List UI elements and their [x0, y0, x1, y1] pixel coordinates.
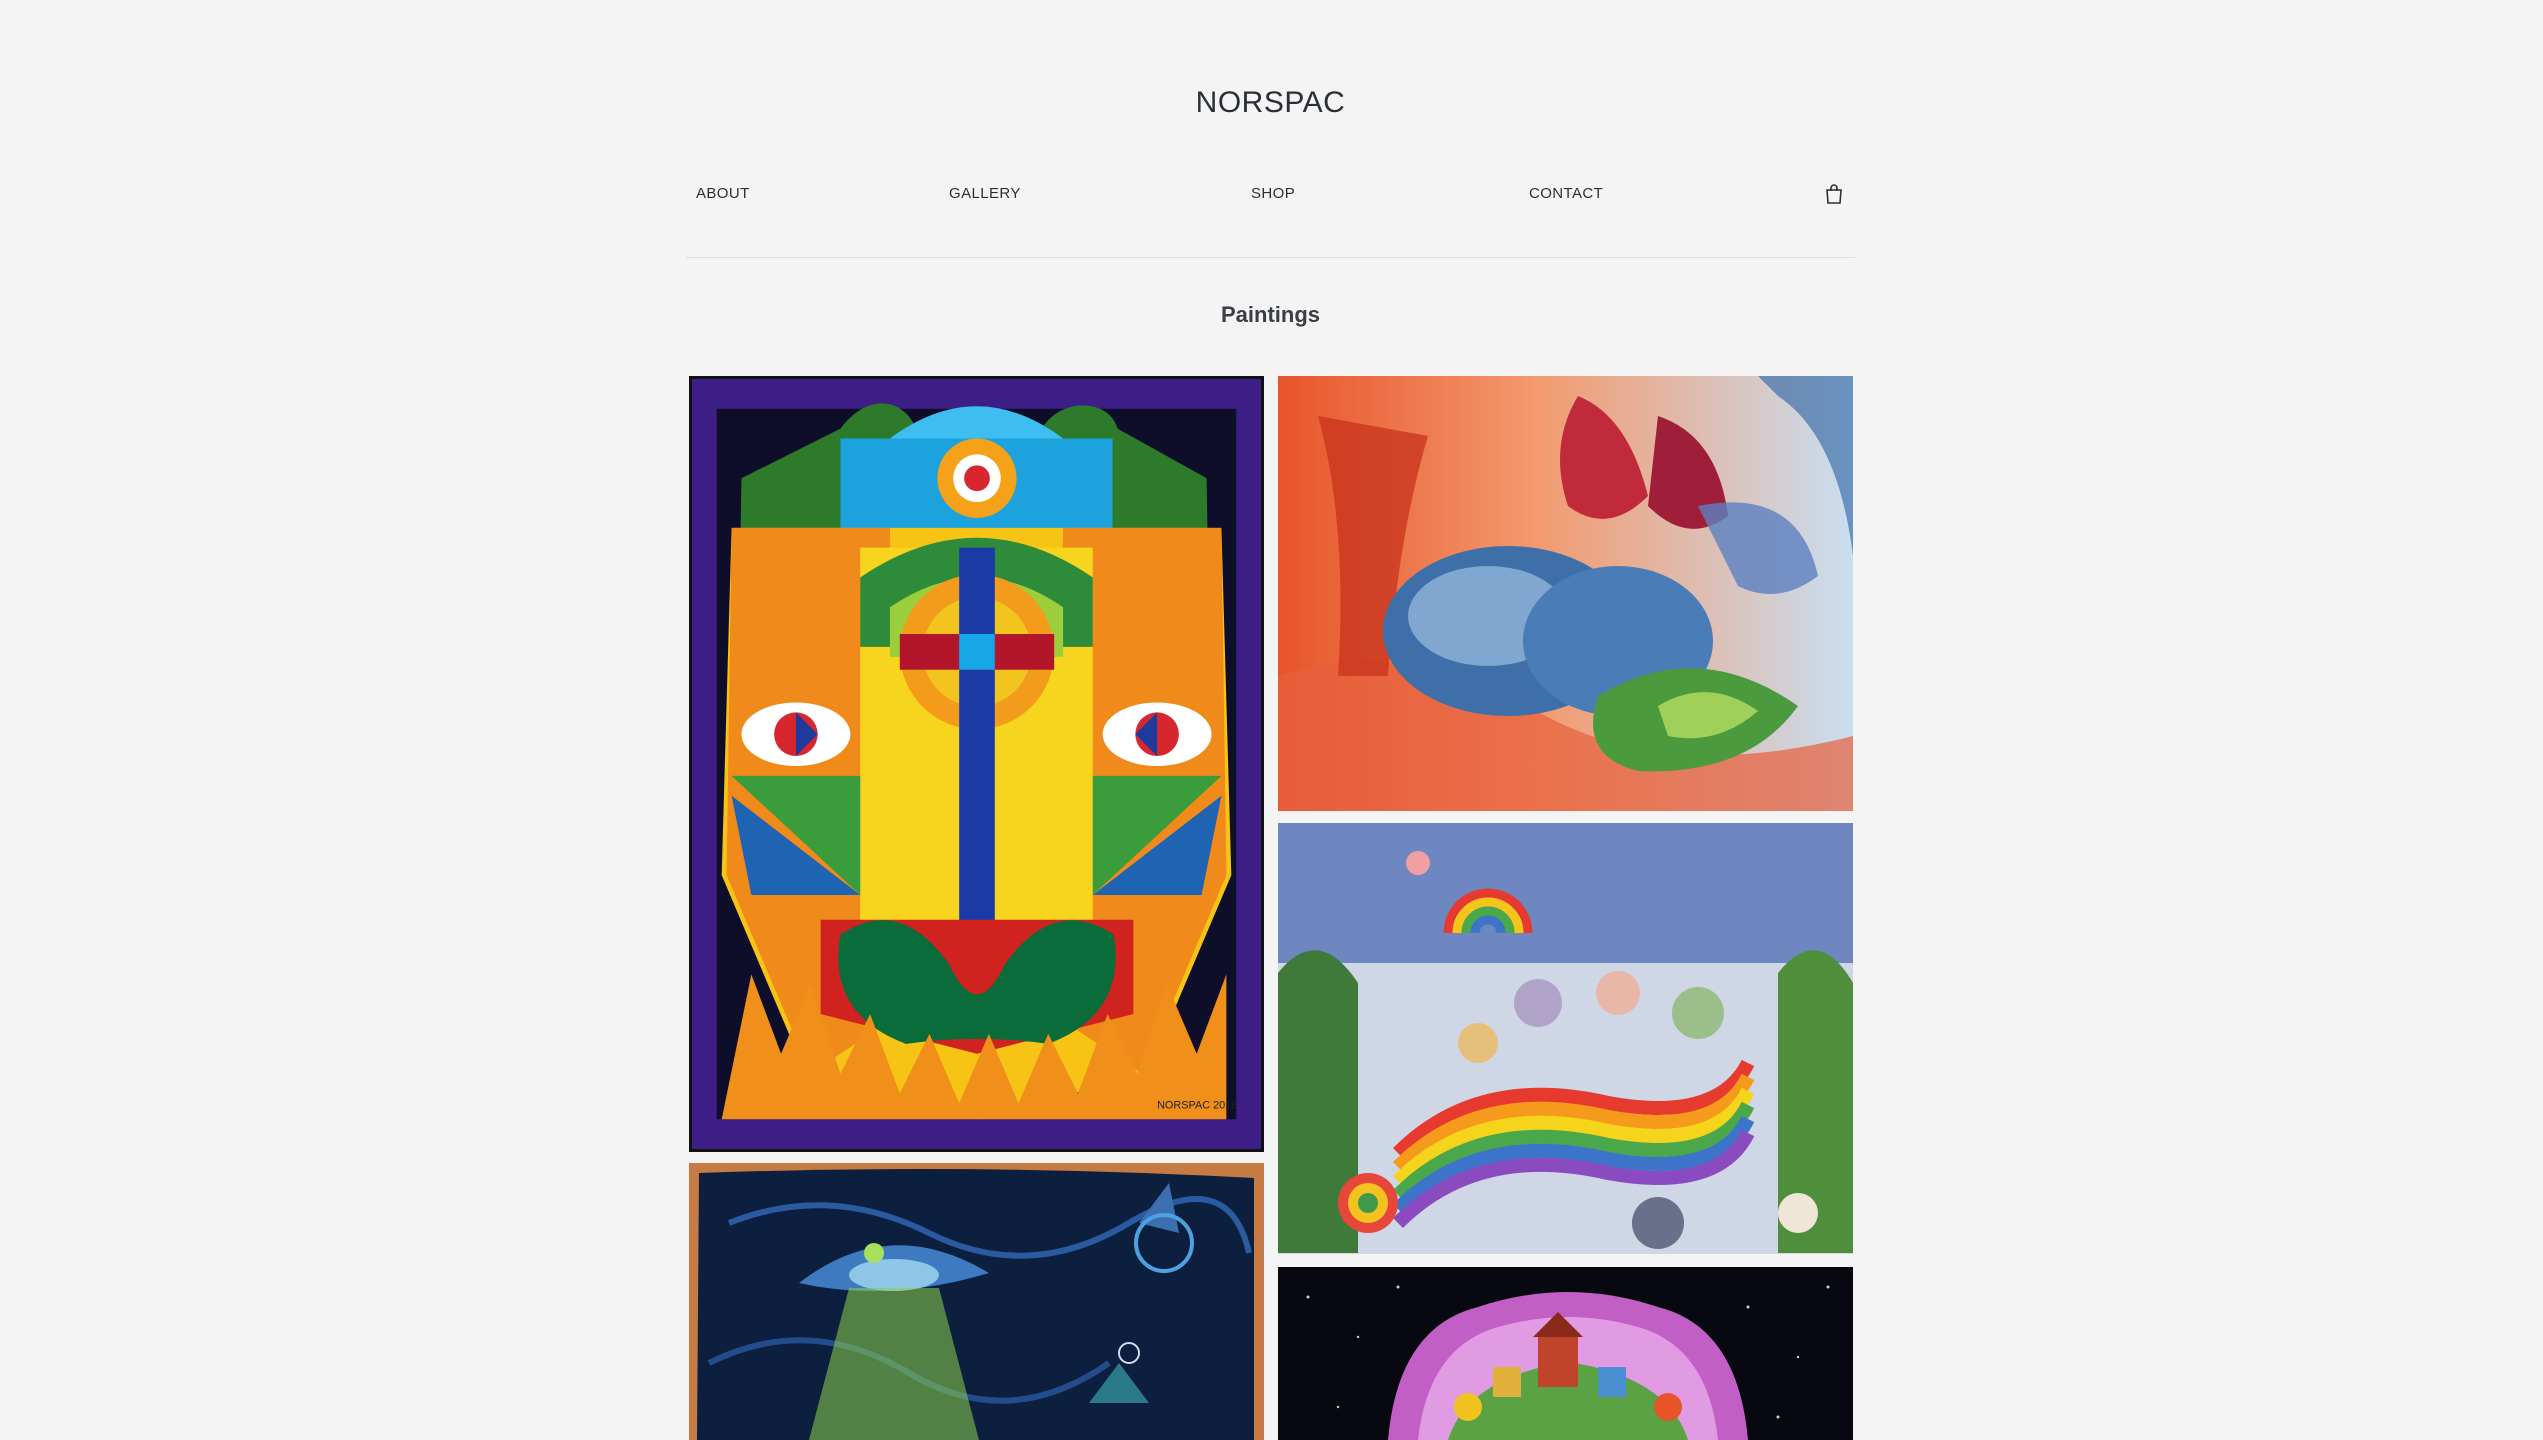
gallery-item-rainbow[interactable] [1278, 823, 1853, 1254]
painting-rainbow-crowd [1278, 823, 1853, 1254]
painting-floating-island [1278, 1267, 1853, 1440]
gallery-item-island[interactable] [1278, 1267, 1853, 1440]
page-title: Paintings [1220, 302, 1320, 327]
nav-about[interactable]: ABOUT [696, 182, 750, 206]
painting-watercolor-fish [1278, 376, 1853, 811]
painting-signature: NORSPAC 2016 [1157, 1099, 1237, 1111]
painting-lion-face: NORSPAC 2016 [692, 379, 1261, 1149]
nav-gallery[interactable]: GALLERY [949, 182, 1021, 206]
painting-ufo-night [689, 1163, 1264, 1440]
site-logo[interactable]: NORSPAC [686, 86, 1855, 120]
gallery-item-lion[interactable]: NORSPAC 2016 [689, 376, 1264, 1152]
shopping-bag-icon[interactable] [1822, 182, 1846, 206]
nav-contact[interactable]: CONTACT [1529, 182, 1603, 206]
main-nav: ABOUT GALLERY SHOP CONTACT [686, 182, 1855, 206]
header-divider [686, 257, 1855, 258]
gallery-item-watercolor[interactable] [1278, 376, 1853, 811]
nav-shop[interactable]: SHOP [1251, 182, 1295, 206]
gallery-item-ufo[interactable] [689, 1163, 1264, 1440]
